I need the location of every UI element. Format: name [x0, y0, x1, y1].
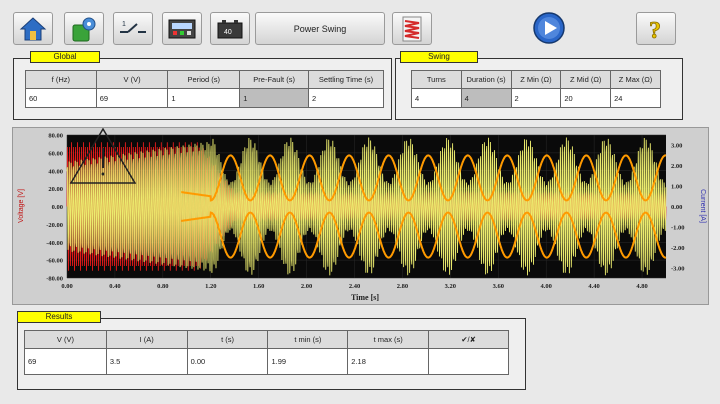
- swing-header-z-min: Z Min (Ω): [510, 70, 562, 89]
- y-axis-left-label: Voltage [V]: [18, 189, 25, 223]
- global-table: f (Hz) V (V) Period (s) Pre-Fault (s) Se…: [25, 70, 384, 108]
- waveform-chart[interactable]: 80.00 60.00 40.00 20.00 0.00 -20.00 -40.00 -60.…: [13, 127, 708, 304]
- result-t-max-value: 2.18: [347, 348, 430, 375]
- results-tag: Results: [17, 311, 101, 323]
- left-tick-label: -60.00: [46, 258, 63, 265]
- power-swing-button[interactable]: Power Swing: [255, 12, 385, 45]
- swing-header-turns: Turns: [411, 70, 462, 89]
- left-tick-label: -20.00: [46, 222, 63, 229]
- left-axis-ticks: 80.00 60.00 40.00 20.00 0.00 -20.00 -40.00 -60.…: [46, 133, 63, 283]
- results-header-current: I (A): [105, 330, 188, 349]
- right-tick-label: -2.00: [671, 245, 685, 252]
- x-tick-label: 4.80: [636, 283, 647, 290]
- right-axis-ticks: 3.00 2.00 1.00 0.00 -1.00 -2.00 -3.00: [671, 143, 685, 273]
- left-tick-label: -80.00: [46, 276, 63, 283]
- x-tick-label: 2.40: [349, 283, 360, 290]
- battery-button[interactable]: 40: [210, 12, 250, 45]
- oscillogram-icon: [402, 16, 422, 41]
- global-header-settling-time: Settling Time (s): [308, 70, 384, 89]
- settling-time-field[interactable]: 2: [308, 88, 384, 108]
- voltage-field[interactable]: 69: [95, 88, 169, 108]
- duration-field[interactable]: 4: [460, 88, 512, 108]
- global-header-period: Period (s): [167, 70, 241, 89]
- x-tick-label: 0.00: [61, 283, 72, 290]
- help-icon: ?: [649, 17, 662, 42]
- battery-icon: 40: [217, 19, 243, 38]
- turns-field[interactable]: 4: [411, 88, 462, 108]
- left-tick-label: 80.00: [48, 133, 63, 140]
- swing-header-z-mid: Z Mid (Ω): [560, 70, 612, 89]
- swing-header-z-max: Z Max (Ω): [610, 70, 661, 89]
- x-tick-label: 2.80: [397, 283, 408, 290]
- global-tag: Global: [30, 51, 100, 63]
- results-header-t-max: t max (s): [347, 330, 430, 349]
- results-table: V (V) I (A) t (s) t min (s) t max (s) ✔/…: [24, 330, 509, 375]
- switch-button[interactable]: 1: [113, 12, 153, 45]
- right-tick-label: -3.00: [671, 265, 685, 272]
- x-tick-label: 0.40: [109, 283, 120, 290]
- result-current-value: 3.5: [105, 348, 188, 375]
- x-tick-label: 2.00: [301, 283, 312, 290]
- results-header-voltage: V (V): [24, 330, 107, 349]
- result-voltage-value: 69: [24, 348, 107, 375]
- battery-label: 40: [224, 29, 232, 36]
- home-button[interactable]: [13, 12, 53, 45]
- x-axis-label: Time [s]: [351, 293, 379, 302]
- meter-button[interactable]: [162, 12, 202, 45]
- swing-table: Turns Duration (s) Z Min (Ω) Z Mid (Ω) Z…: [411, 70, 661, 108]
- swing-header-duration: Duration (s): [460, 70, 512, 89]
- play-button[interactable]: [533, 12, 565, 44]
- x-tick-label: 4.40: [588, 283, 599, 290]
- home-icon: [19, 16, 47, 40]
- right-tick-label: 2.00: [671, 163, 682, 170]
- frequency-field[interactable]: 60: [25, 88, 97, 108]
- global-header-frequency: f (Hz): [25, 70, 97, 89]
- switch-icon: 1: [120, 21, 146, 33]
- result-time-value: 0.00: [186, 348, 269, 375]
- x-tick-label: 3.60: [493, 283, 504, 290]
- settings-icon: [72, 17, 96, 41]
- results-header-time: t (s): [186, 330, 269, 349]
- x-tick-label: 3.20: [445, 283, 456, 290]
- period-field[interactable]: 1: [167, 88, 241, 108]
- oscillogram-button[interactable]: [392, 12, 432, 45]
- left-tick-label: 40.00: [48, 168, 63, 175]
- toolbar: 1 40 Power Swing ?: [0, 0, 720, 50]
- play-icon: [533, 12, 565, 44]
- svg-text:?: ?: [649, 18, 661, 42]
- meter-icon: [168, 19, 196, 38]
- global-header-voltage: V (V): [95, 70, 169, 89]
- left-tick-label: 20.00: [48, 186, 63, 193]
- x-tick-label: 4.00: [541, 283, 552, 290]
- right-tick-label: 3.00: [671, 143, 682, 150]
- prefault-field[interactable]: 1: [239, 88, 310, 108]
- result-pass-fail-value: [428, 348, 509, 375]
- left-tick-label: 60.00: [48, 150, 63, 157]
- z-max-field[interactable]: 24: [610, 88, 661, 108]
- results-header-t-min: t min (s): [267, 330, 349, 349]
- svg-text:1: 1: [122, 21, 126, 28]
- right-tick-label: 1.00: [671, 184, 682, 191]
- x-tick-label: 1.60: [253, 283, 264, 290]
- global-header-prefault: Pre-Fault (s): [239, 70, 310, 89]
- x-tick-label: 1.20: [205, 283, 216, 290]
- settings-button[interactable]: [64, 12, 104, 45]
- y-axis-right-label: Current [A]: [699, 189, 706, 223]
- left-tick-label: -40.00: [46, 240, 63, 247]
- results-header-pass-fail: ✔/✘: [428, 330, 509, 349]
- left-tick-label: 0.00: [52, 204, 63, 211]
- z-min-field[interactable]: 2: [510, 88, 562, 108]
- z-mid-field[interactable]: 20: [560, 88, 612, 108]
- help-button[interactable]: ?: [636, 12, 676, 45]
- swing-tag: Swing: [400, 51, 478, 63]
- right-tick-label: -1.00: [671, 224, 685, 231]
- right-tick-label: 0.00: [671, 204, 682, 211]
- x-tick-label: 0.80: [157, 283, 168, 290]
- waveform-chart-area: 80.00 60.00 40.00 20.00 0.00 -20.00 -40.00 -60.…: [12, 127, 709, 305]
- x-axis-ticks: 0.00 0.40 0.80 1.20 1.60 2.00 2.40 2.80 3.20 3.60…: [61, 283, 647, 290]
- power-swing-label: Power Swing: [293, 23, 347, 34]
- result-t-min-value: 1.99: [267, 348, 349, 375]
